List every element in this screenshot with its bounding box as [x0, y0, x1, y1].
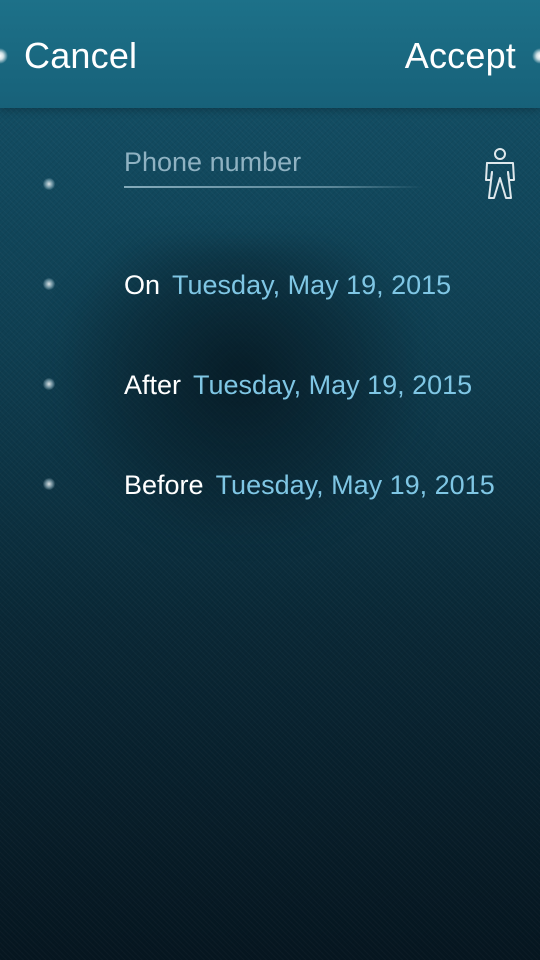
option-label: On — [124, 270, 161, 300]
option-date[interactable]: Tuesday, May 19, 2015 — [216, 470, 495, 500]
left-edge-glow — [0, 48, 8, 64]
option-label: Before — [124, 470, 204, 500]
date-option-on[interactable]: On Tuesday, May 19, 2015 — [124, 265, 451, 305]
radio-indicator-on[interactable] — [43, 278, 55, 290]
dialog-header: Cancel Accept — [0, 0, 540, 108]
option-date[interactable]: Tuesday, May 19, 2015 — [193, 370, 472, 400]
cancel-button[interactable]: Cancel — [24, 30, 137, 82]
phone-number-input[interactable] — [124, 140, 424, 184]
radio-indicator-on[interactable] — [43, 178, 55, 190]
right-edge-glow — [532, 48, 540, 64]
date-option-before[interactable]: Before Tuesday, May 19, 2015 — [124, 465, 495, 505]
option-label: After — [124, 370, 182, 400]
phone-input-underline — [124, 186, 424, 188]
accept-button[interactable]: Accept — [405, 30, 516, 82]
person-icon[interactable] — [481, 146, 519, 202]
radio-indicator-before[interactable] — [43, 478, 55, 490]
radio-indicator-after[interactable] — [43, 378, 55, 390]
date-option-after[interactable]: After Tuesday, May 19, 2015 — [124, 365, 472, 405]
option-date[interactable]: Tuesday, May 19, 2015 — [172, 270, 451, 300]
phone-number-field — [124, 140, 424, 190]
